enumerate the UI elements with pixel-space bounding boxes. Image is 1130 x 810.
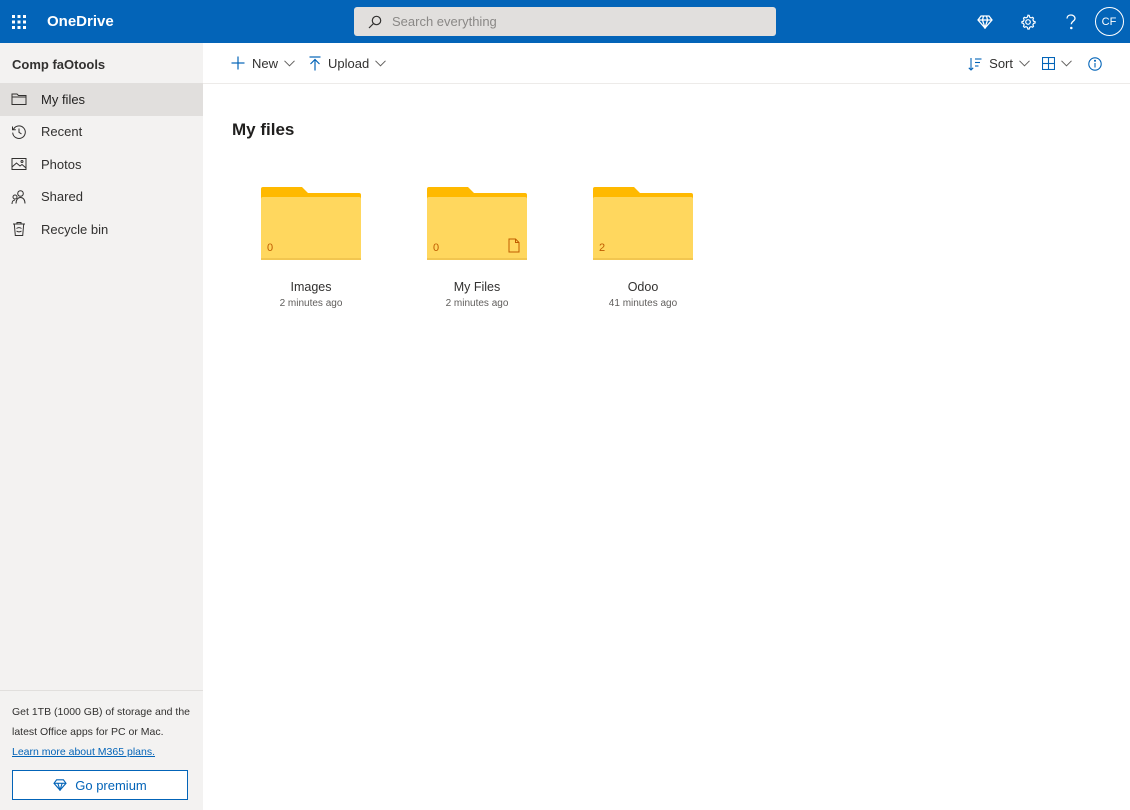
command-bar: New Upload Sort bbox=[203, 43, 1130, 84]
info-icon bbox=[1088, 56, 1102, 71]
app-launcher-button[interactable] bbox=[0, 0, 38, 43]
page-title: My files bbox=[232, 120, 295, 139]
search-box[interactable] bbox=[354, 7, 776, 36]
folder-item-count: 2 bbox=[599, 242, 606, 254]
new-button[interactable]: New bbox=[225, 43, 301, 84]
chevron-down-icon bbox=[1061, 60, 1072, 67]
folder-icon: 0 bbox=[426, 186, 528, 262]
photo-icon bbox=[11, 156, 27, 172]
plus-icon bbox=[231, 56, 245, 70]
chevron-down-icon bbox=[284, 59, 295, 67]
folder-tile-odoo[interactable]: 2 Odoo 41 minutes ago bbox=[560, 186, 726, 321]
sidebar-item-label: Recycle bin bbox=[41, 221, 109, 237]
go-premium-button[interactable]: Go premium bbox=[12, 770, 188, 800]
sort-label: Sort bbox=[989, 56, 1013, 71]
sidebar-item-shared[interactable]: Shared bbox=[0, 181, 203, 214]
sort-icon bbox=[968, 57, 982, 71]
sidebar-item-recent[interactable]: Recent bbox=[0, 116, 203, 149]
tiles-view-icon bbox=[1042, 57, 1055, 70]
sidebar-item-label: Recent bbox=[41, 124, 83, 140]
folder-name: My Files bbox=[453, 280, 501, 294]
search-input[interactable] bbox=[392, 14, 772, 29]
folder-icon: 2 bbox=[592, 186, 694, 262]
upload-button[interactable]: Upload bbox=[303, 43, 392, 84]
sidebar-item-my-files[interactable]: My files bbox=[0, 83, 203, 116]
sort-button[interactable]: Sort bbox=[962, 43, 1036, 84]
sidebar-item-label: My files bbox=[41, 91, 86, 107]
new-label: New bbox=[252, 55, 279, 71]
sidebar-nav: My files Recent Photos Shared Recycle bi… bbox=[0, 83, 203, 246]
app-title[interactable]: OneDrive bbox=[47, 13, 114, 30]
sidebar-item-recycle-bin[interactable]: Recycle bin bbox=[0, 213, 203, 246]
sidebar: Comp faOtools My files Recent Photos Sha… bbox=[0, 43, 203, 810]
view-switcher-button[interactable] bbox=[1036, 43, 1078, 84]
waffle-icon bbox=[12, 14, 26, 29]
folder-modified: 41 minutes ago bbox=[608, 298, 678, 309]
gear-icon bbox=[1020, 14, 1036, 30]
document-icon bbox=[508, 238, 520, 253]
folder-name: Odoo bbox=[627, 280, 659, 294]
folder-tile-my-files[interactable]: 0 My Files 2 minutes ago bbox=[394, 186, 560, 321]
settings-button[interactable] bbox=[1006, 0, 1049, 43]
sidebar-item-label: Photos bbox=[41, 156, 82, 172]
people-icon bbox=[11, 189, 27, 205]
folder-item-count: 0 bbox=[433, 242, 440, 254]
folder-modified: 2 minutes ago bbox=[279, 298, 343, 309]
folder-icon bbox=[11, 91, 27, 107]
avatar: CF bbox=[1094, 7, 1124, 36]
folder-grid: 0 Images 2 minutes ago 0 My Files 2 minu… bbox=[228, 186, 726, 321]
info-button[interactable] bbox=[1082, 43, 1108, 84]
account-button[interactable]: CF bbox=[1092, 0, 1130, 43]
go-premium-label: Go premium bbox=[75, 777, 147, 793]
folder-item-count: 0 bbox=[267, 242, 274, 254]
folder-name: Images bbox=[290, 280, 332, 294]
upload-icon bbox=[309, 55, 321, 71]
premium-diamond-button[interactable] bbox=[963, 0, 1006, 43]
sidebar-item-photos[interactable]: Photos bbox=[0, 148, 203, 181]
premium-promo: Get 1TB (1000 GB) of storage and the lat… bbox=[0, 690, 203, 810]
folder-modified: 2 minutes ago bbox=[445, 298, 509, 309]
search-icon bbox=[368, 15, 382, 28]
folder-icon: 0 bbox=[260, 186, 362, 262]
chevron-down-icon bbox=[1019, 60, 1030, 67]
top-bar: OneDrive CF bbox=[0, 0, 1130, 43]
upload-label: Upload bbox=[328, 55, 370, 71]
learn-more-link[interactable]: Learn more about M365 plans. bbox=[12, 744, 155, 760]
diamond-icon bbox=[53, 779, 67, 791]
account-name: Comp faOtools bbox=[12, 57, 106, 72]
premium-promo-text: Get 1TB (1000 GB) of storage and the lat… bbox=[12, 706, 191, 738]
history-icon bbox=[11, 124, 27, 140]
diamond-icon bbox=[976, 14, 993, 29]
help-icon bbox=[1065, 13, 1076, 29]
help-button[interactable] bbox=[1049, 0, 1092, 43]
sidebar-item-label: Shared bbox=[41, 189, 83, 205]
folder-tile-images[interactable]: 0 Images 2 minutes ago bbox=[228, 186, 394, 321]
chevron-down-icon bbox=[375, 59, 387, 67]
trash-icon bbox=[11, 221, 27, 237]
